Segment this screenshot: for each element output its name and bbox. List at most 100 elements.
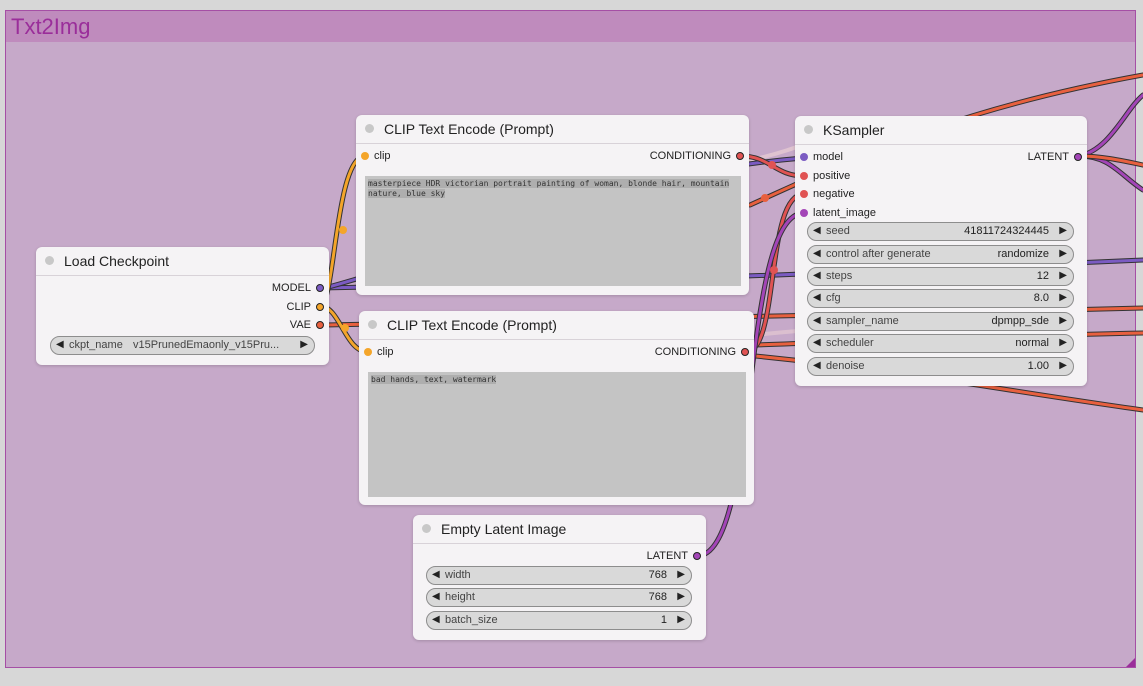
node-header[interactable]: KSampler: [795, 116, 1087, 145]
output-latent-dot[interactable]: [1074, 153, 1082, 161]
workflow-canvas[interactable]: Txt2Img Load Checkpoint MODEL CLIP VAE ◀…: [0, 0, 1143, 686]
output-model-dot[interactable]: [316, 284, 324, 292]
widget-name: ckpt_name: [69, 339, 123, 351]
output-label-conditioning: CONDITIONING: [654, 346, 736, 358]
arrow-left-icon[interactable]: ◀: [813, 292, 821, 303]
arrow-left-icon[interactable]: ◀: [813, 315, 821, 326]
arrow-right-icon[interactable]: ▶: [677, 569, 685, 580]
widget-seed[interactable]: ◀ seed 41811724324445 ▶: [807, 222, 1074, 241]
input-label-clip: clip: [377, 346, 394, 358]
arrow-left-icon[interactable]: ◀: [56, 339, 64, 350]
node-ksampler[interactable]: KSampler model positive negative latent_…: [795, 116, 1087, 386]
node-title: CLIP Text Encode (Prompt): [384, 121, 554, 137]
widget-name: denoise: [826, 360, 865, 372]
arrow-left-icon[interactable]: ◀: [813, 225, 821, 236]
ckpt-name-combo[interactable]: ◀ ckpt_name v15PrunedEmaonly_v15Pru... ▶: [50, 336, 315, 355]
input-model-dot[interactable]: [800, 153, 808, 161]
node-header[interactable]: Empty Latent Image: [413, 515, 706, 544]
arrow-left-icon[interactable]: ◀: [813, 360, 821, 371]
arrow-right-icon[interactable]: ▶: [1059, 225, 1067, 236]
input-label-clip: clip: [374, 150, 391, 162]
output-latent-dot[interactable]: [693, 552, 701, 560]
collapse-dot[interactable]: [365, 124, 374, 133]
arrow-right-icon[interactable]: ▶: [1059, 315, 1067, 326]
input-label-negative: negative: [813, 188, 855, 200]
node-title: KSampler: [823, 122, 885, 138]
node-load-checkpoint[interactable]: Load Checkpoint MODEL CLIP VAE ◀ ckpt_na…: [36, 247, 329, 365]
prompt-textarea[interactable]: masterpiece HDR victorian portrait paint…: [365, 176, 741, 286]
input-negative-dot[interactable]: [800, 190, 808, 198]
node-clip-text-encode-negative[interactable]: CLIP Text Encode (Prompt) clip CONDITION…: [359, 311, 754, 505]
arrow-right-icon[interactable]: ▶: [300, 339, 308, 350]
node-clip-text-encode-positive[interactable]: CLIP Text Encode (Prompt) clip CONDITION…: [356, 115, 749, 295]
widget-value: normal: [1015, 337, 1049, 349]
widget-value: 1: [660, 614, 667, 626]
widget-value: dpmpp_sde: [991, 315, 1050, 327]
output-label-latent: LATENT: [646, 550, 688, 562]
widget-denoise[interactable]: ◀ denoise 1.00 ▶: [807, 357, 1074, 376]
widget-height[interactable]: ◀ height 768 ▶: [426, 588, 692, 607]
arrow-right-icon[interactable]: ▶: [1059, 360, 1067, 371]
node-header[interactable]: CLIP Text Encode (Prompt): [359, 311, 754, 340]
arrow-left-icon[interactable]: ◀: [813, 337, 821, 348]
widget-value: v15PrunedEmaonly_v15Pru...: [133, 339, 280, 351]
arrow-right-icon[interactable]: ▶: [1059, 248, 1067, 259]
widget-batch-size[interactable]: ◀ batch_size 1 ▶: [426, 611, 692, 630]
widget-value: 8.0: [1033, 292, 1049, 304]
input-label-latent-image: latent_image: [813, 207, 876, 219]
output-conditioning-dot[interactable]: [736, 152, 744, 160]
node-title: Empty Latent Image: [441, 521, 567, 537]
widget-name: width: [445, 569, 471, 581]
input-label-model: model: [813, 151, 843, 163]
arrow-left-icon[interactable]: ◀: [432, 614, 440, 625]
widget-name: cfg: [826, 292, 841, 304]
arrow-right-icon[interactable]: ▶: [1059, 270, 1067, 281]
arrow-left-icon[interactable]: ◀: [813, 270, 821, 281]
widget-value: 12: [1036, 270, 1049, 282]
input-label-positive: positive: [813, 170, 851, 182]
widget-sampler-name[interactable]: ◀ sampler_name dpmpp_sde ▶: [807, 312, 1074, 331]
input-positive-dot[interactable]: [800, 172, 808, 180]
node-header[interactable]: CLIP Text Encode (Prompt): [356, 115, 749, 144]
arrow-left-icon[interactable]: ◀: [813, 248, 821, 259]
widget-cfg[interactable]: ◀ cfg 8.0 ▶: [807, 289, 1074, 308]
widget-value: 768: [648, 569, 667, 581]
output-label-model: MODEL: [271, 282, 311, 294]
widget-name: batch_size: [445, 614, 498, 626]
arrow-right-icon[interactable]: ▶: [677, 614, 685, 625]
node-header[interactable]: Load Checkpoint: [36, 247, 329, 276]
widget-name: height: [445, 591, 475, 603]
arrow-right-icon[interactable]: ▶: [677, 591, 685, 602]
widget-name: sampler_name: [826, 315, 899, 327]
collapse-dot[interactable]: [368, 320, 377, 329]
collapse-dot[interactable]: [422, 524, 431, 533]
widget-scheduler[interactable]: ◀ scheduler normal ▶: [807, 334, 1074, 353]
node-empty-latent-image[interactable]: Empty Latent Image LATENT ◀ width 768 ▶ …: [413, 515, 706, 640]
widget-steps[interactable]: ◀ steps 12 ▶: [807, 267, 1074, 286]
prompt-textarea[interactable]: bad hands, text, watermark: [368, 372, 746, 497]
node-title: CLIP Text Encode (Prompt): [387, 317, 557, 333]
input-clip-dot[interactable]: [364, 348, 372, 356]
input-latent-image-dot[interactable]: [800, 209, 808, 217]
widget-name: seed: [826, 225, 850, 237]
widget-name: steps: [826, 270, 853, 282]
output-label-clip: CLIP: [286, 301, 311, 313]
arrow-left-icon[interactable]: ◀: [432, 569, 440, 580]
prompt-text: masterpiece HDR victorian portrait paint…: [368, 179, 730, 198]
output-label-conditioning: CONDITIONING: [649, 150, 731, 162]
output-clip-dot[interactable]: [316, 303, 324, 311]
widget-width[interactable]: ◀ width 768 ▶: [426, 566, 692, 585]
arrow-right-icon[interactable]: ▶: [1059, 292, 1067, 303]
output-conditioning-dot[interactable]: [741, 348, 749, 356]
output-label-vae: VAE: [289, 319, 311, 331]
widget-value: 41811724324445: [964, 225, 1049, 237]
widget-value: randomize: [997, 248, 1049, 260]
arrow-right-icon[interactable]: ▶: [1059, 337, 1067, 348]
widget-control-after-generate[interactable]: ◀ control after generate randomize ▶: [807, 245, 1074, 264]
collapse-dot[interactable]: [45, 256, 54, 265]
collapse-dot[interactable]: [804, 125, 813, 134]
arrow-left-icon[interactable]: ◀: [432, 591, 440, 602]
input-clip-dot[interactable]: [361, 152, 369, 160]
node-title: Load Checkpoint: [64, 253, 170, 269]
output-vae-dot[interactable]: [316, 321, 324, 329]
